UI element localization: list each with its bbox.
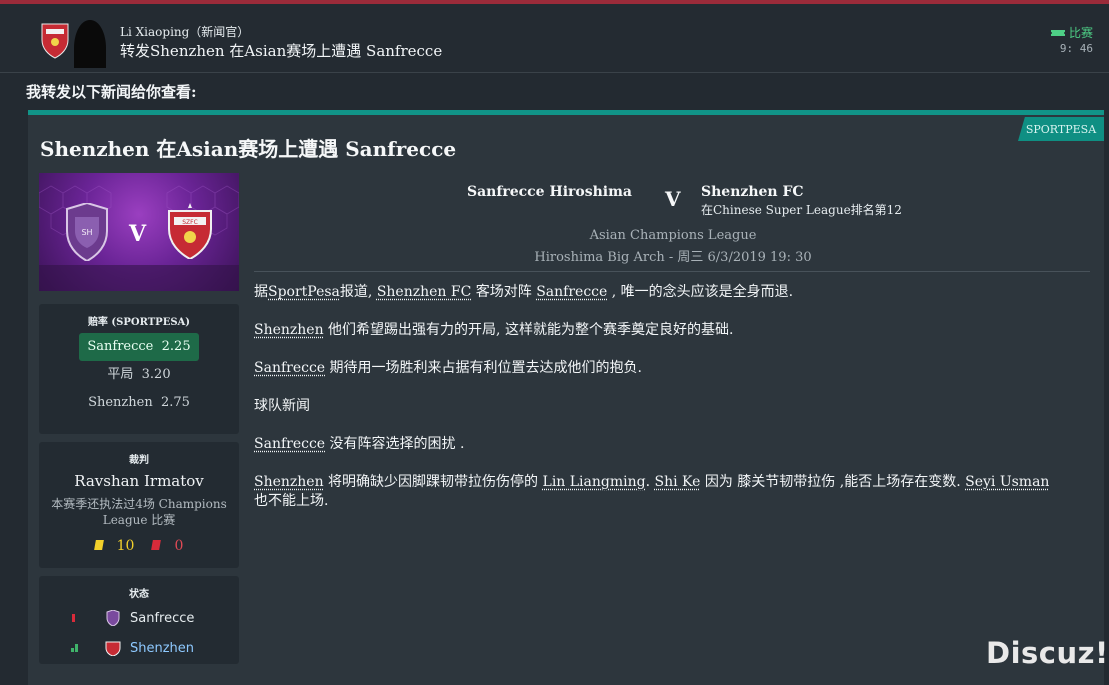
odds-home-highlight: Sanfrecce 2.25 [79,333,198,361]
odds-draw-label: 平局 [107,367,133,382]
link-sanfrecce[interactable]: Sanfrecce [254,360,325,376]
article-text: 报道, [340,284,377,300]
article-text: 客场对阵 [471,284,536,300]
article-paragraph-1: 据SportPesa报道, Shenzhen FC 客场对阵 Sanfrecce… [254,283,1090,302]
red-card-count: 0 [174,538,183,554]
team-news-heading: 球队新闻 [254,397,1090,416]
match-header: Sanfrecce Hiroshima V Shenzhen FC 在Chine… [254,170,1092,270]
message-time: 9: 46 [1060,42,1093,55]
svg-text:SZFC: SZFC [182,219,198,226]
odds-away-value: 2.75 [161,395,190,410]
shenzhen-small-crest-icon [105,640,121,656]
ticket-icon [1051,28,1065,38]
article-text: 期待用一场胜利来占据有利位置去达成他们的抱负. [325,360,642,376]
referee-title: 裁判 [39,451,239,466]
article-text: 他们希望踢出强有力的开局, 这样就能为整个赛季奠定良好的基础. [324,322,734,338]
referee-note: 本赛季还执法过4场 Champions League 比赛 [39,496,239,528]
article-paragraph-5: Sanfrecce 没有阵容选择的困扰 . [254,435,1090,454]
red-card-stat: 0 [152,538,183,554]
form-mixed-icon [71,642,79,654]
form-panel: 状态 Sanfrecce Shenzhen [39,576,239,664]
news-article: 据SportPesa报道, Shenzhen FC 客场对阵 Sanfrecce… [254,283,1090,530]
referee-cards: 10 0 [39,538,239,554]
news-card: SPORTPESA Shenzhen 在Asian赛场上遭遇 Sanfrecce… [28,110,1104,685]
link-shenzhen[interactable]: Shenzhen [254,322,324,338]
competition-name[interactable]: Asian Champions League [254,228,1092,243]
odds-home-team: Sanfrecce [87,339,153,354]
banner-vs: V [129,221,146,247]
form-row-home[interactable]: Sanfrecce [39,603,239,633]
odds-draw-value: 3.20 [142,367,171,382]
article-paragraph-6: Shenzhen 将明确缺少因脚踝韧带拉伤伤停的 Lin Liangming. … [254,473,1090,511]
odds-panel: 赔率 (SPORTPESA) Sanfrecce 2.25 平局 3.20 Sh… [39,304,239,434]
away-team-league-position: 在Chinese Super League排名第12 [701,201,902,218]
shenzhen-crest-icon: SZFC [165,203,215,259]
link-shenzhen-fc[interactable]: Shenzhen FC [377,284,471,300]
yellow-card-stat: 10 [95,538,135,554]
yellow-card-count: 10 [117,538,135,554]
content-divider [254,271,1090,272]
referee-name[interactable]: Ravshan Irmatov [39,472,239,490]
link-seyi-usman[interactable]: Seyi Usman [965,474,1049,490]
odds-away-team: Shenzhen [88,395,153,410]
yellow-card-icon [94,540,104,550]
away-team-name[interactable]: Shenzhen FC [701,184,804,200]
sender-name: Li Xiaoping（新闻官） [120,23,249,40]
match-venue-date: Hiroshima Big Arch - 周三 6/3/2019 19: 30 [254,246,1092,265]
message-subject: 转发Shenzhen 在Asian赛场上遭遇 Sanfrecce [120,40,442,61]
message-header: Li Xiaoping（新闻官） 转发Shenzhen 在Asian赛场上遭遇 … [0,4,1109,73]
link-sanfrecce[interactable]: Sanfrecce [536,284,607,300]
article-text: 据 [254,284,268,300]
odds-row-home[interactable]: Sanfrecce 2.25 [39,333,239,361]
form-home-team: Sanfrecce [130,611,194,626]
link-shi-ke[interactable]: Shi Ke [655,474,701,490]
forward-intro: 我转发以下新闻给你查看: [26,81,197,102]
article-text: , 唯一的念头应该是全身而退. [607,284,793,300]
sender-avatar [40,18,112,68]
article-paragraph-3: Sanfrecce 期待用一场胜利来占据有利位置去达成他们的抱负. [254,359,1090,378]
red-card-icon [152,540,162,550]
news-title: Shenzhen 在Asian赛场上遭遇 Sanfrecce [40,133,456,162]
form-title: 状态 [39,585,239,600]
source-tag: SPORTPESA [1018,117,1104,141]
discuz-watermark: Discuz! [986,636,1109,670]
odds-row-draw[interactable]: 平局 3.20 [39,361,239,389]
article-text: . [646,474,655,490]
article-paragraph-2: Shenzhen 他们希望踢出强有力的开局, 这样就能为整个赛季奠定良好的基础. [254,321,1090,340]
article-text: 因为 膝关节韧带拉伤 ,能否上场存在变数. [700,474,965,490]
odds-home-value: 2.25 [162,339,191,354]
referee-panel: 裁判 Ravshan Irmatov 本赛季还执法过4场 Champions L… [39,442,239,568]
article-text: 将明确缺少因脚踝韧带拉伤伤停的 [324,474,543,490]
form-row-away[interactable]: Shenzhen [39,633,239,663]
home-team-name[interactable]: Sanfrecce Hiroshima [467,184,632,200]
link-sportpesa[interactable]: SportPesa [268,284,340,300]
category-tag[interactable]: 比赛 [1051,24,1093,41]
sanfrecce-crest-icon: SH [61,203,113,261]
form-loss-icon [71,612,77,624]
sanfrecce-small-crest-icon [105,610,121,626]
match-vs: V [665,187,681,211]
link-lin-liangming[interactable]: Lin Liangming [543,474,646,490]
link-shenzhen[interactable]: Shenzhen [254,474,324,490]
category-tag-label: 比赛 [1069,24,1093,41]
article-text: 没有阵容选择的困扰 . [325,436,464,452]
form-away-team: Shenzhen [130,641,194,656]
article-text: 也不能上场. [254,493,328,509]
odds-row-away[interactable]: Shenzhen 2.75 [39,389,239,417]
match-banner: SH V SZFC [39,173,239,291]
link-sanfrecce[interactable]: Sanfrecce [254,436,325,452]
svg-text:SH: SH [81,228,92,237]
odds-title: 赔率 (SPORTPESA) [39,313,239,328]
